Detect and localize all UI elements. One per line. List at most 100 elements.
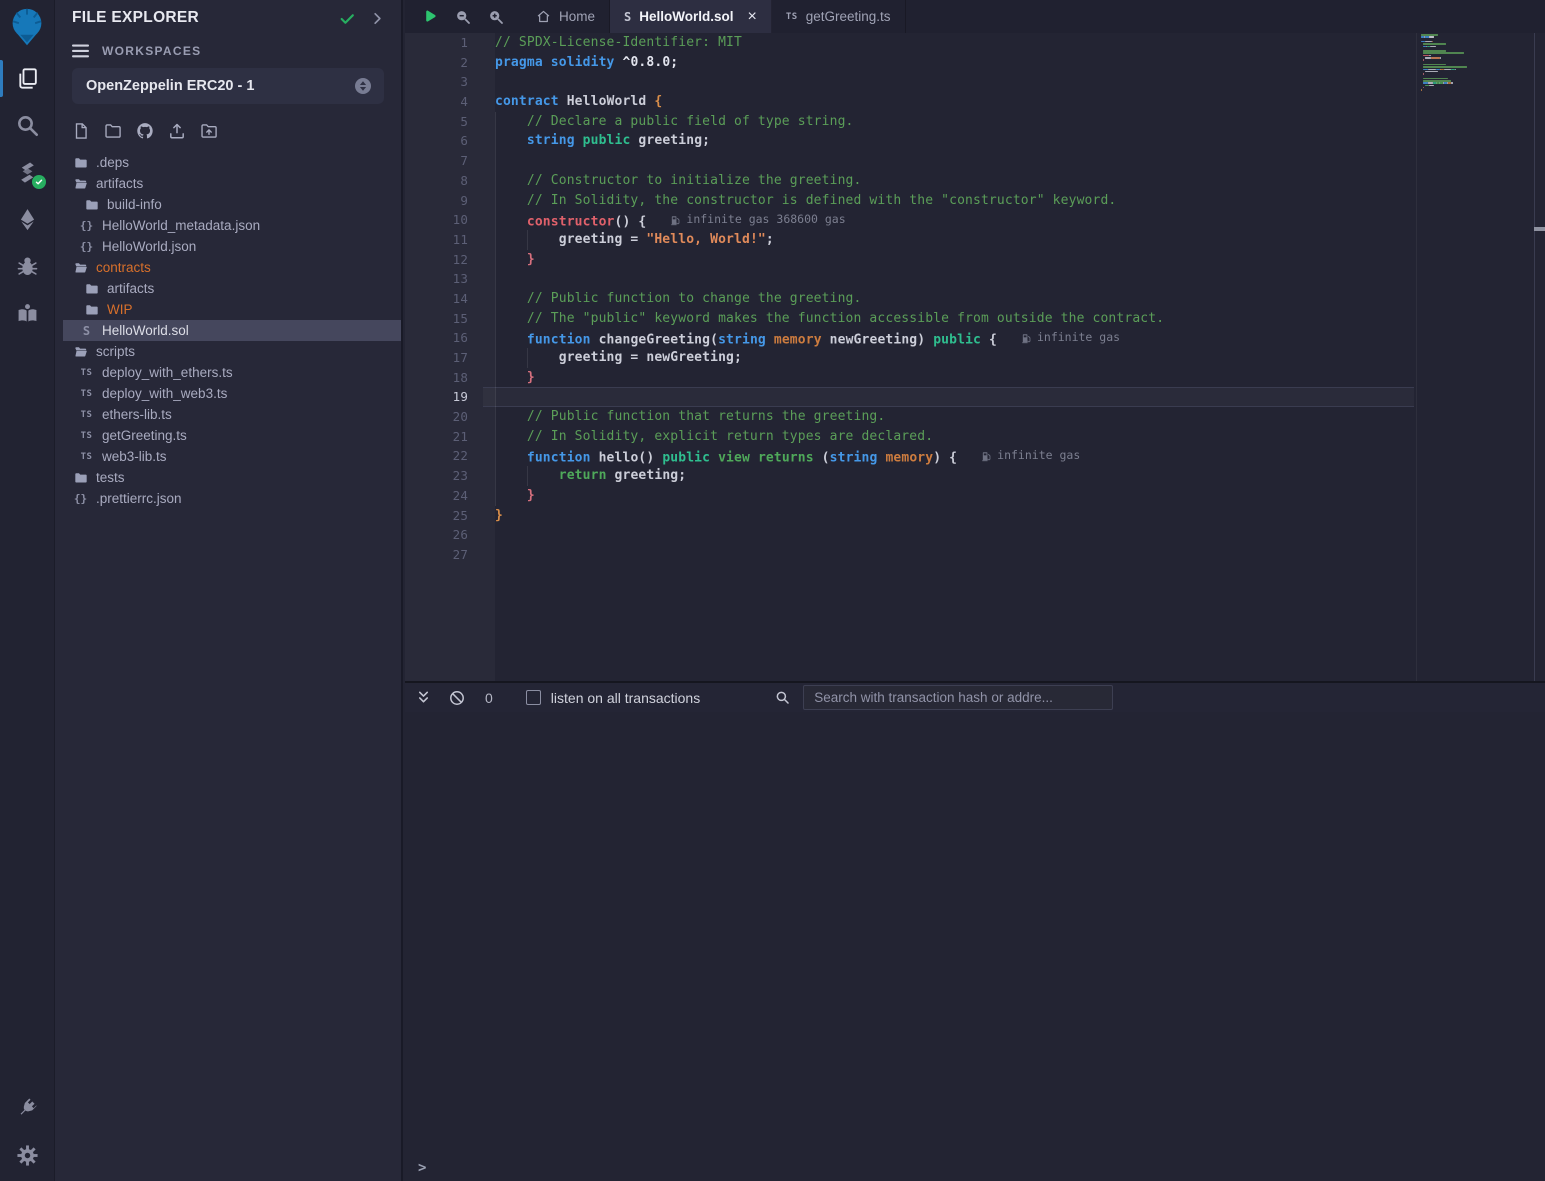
tree-item-HelloWorld.sol[interactable]: SHelloWorld.sol bbox=[55, 320, 401, 341]
code-line-19[interactable]: 19 bbox=[405, 387, 1545, 407]
line-number[interactable]: 4 bbox=[405, 92, 495, 112]
tree-item-artifacts[interactable]: artifacts bbox=[55, 278, 401, 299]
line-number[interactable]: 1 bbox=[405, 33, 495, 53]
code-line-12[interactable]: 12 } bbox=[405, 250, 1545, 270]
zoom-out-icon[interactable] bbox=[455, 9, 471, 25]
terminal-search-input[interactable] bbox=[803, 685, 1113, 710]
line-number[interactable]: 9 bbox=[405, 191, 495, 211]
code-line-8[interactable]: 8 // Constructor to initialize the greet… bbox=[405, 171, 1545, 191]
code-line-16[interactable]: 16 function changeGreeting(string memory… bbox=[405, 328, 1545, 348]
tab-getGreeting.ts[interactable]: TSgetGreeting.ts bbox=[772, 0, 906, 33]
listen-transactions-checkbox[interactable] bbox=[526, 690, 541, 705]
tree-item-HelloWorld.json[interactable]: {}HelloWorld.json bbox=[55, 236, 401, 257]
tree-item-tests[interactable]: tests bbox=[55, 467, 401, 488]
minimap[interactable] bbox=[1421, 34, 1517, 144]
tree-item-contracts[interactable]: contracts bbox=[55, 257, 401, 278]
run-icon[interactable] bbox=[422, 9, 438, 25]
tree-item-getGreeting.ts[interactable]: TSgetGreeting.ts bbox=[55, 425, 401, 446]
line-number[interactable]: 21 bbox=[405, 427, 495, 447]
code-line-14[interactable]: 14 // Public function to change the gree… bbox=[405, 289, 1545, 309]
code-editor[interactable]: 1// SPDX-License-Identifier: MIT2pragma … bbox=[405, 33, 1545, 681]
code-line-23[interactable]: 23 return greeting; bbox=[405, 466, 1545, 486]
activity-file-explorer[interactable] bbox=[0, 55, 55, 102]
line-number[interactable]: 22 bbox=[405, 446, 495, 466]
activity-search[interactable] bbox=[0, 102, 55, 149]
tree-item-build-info[interactable]: build-info bbox=[55, 194, 401, 215]
code-line-7[interactable]: 7 bbox=[405, 151, 1545, 171]
activity-plugin-manager[interactable] bbox=[0, 1085, 55, 1132]
tab-Home[interactable]: Home bbox=[522, 0, 610, 33]
line-number[interactable]: 2 bbox=[405, 53, 495, 73]
activity-deploy-run[interactable] bbox=[0, 196, 55, 243]
line-number[interactable]: 13 bbox=[405, 269, 495, 289]
upload-folder-icon[interactable] bbox=[200, 122, 218, 140]
line-number[interactable]: 24 bbox=[405, 486, 495, 506]
tree-item-HelloWorld_metadata.json[interactable]: {}HelloWorld_metadata.json bbox=[55, 215, 401, 236]
code-line-2[interactable]: 2pragma solidity ^0.8.0; bbox=[405, 53, 1545, 73]
line-number[interactable]: 8 bbox=[405, 171, 495, 191]
code-line-25[interactable]: 25} bbox=[405, 506, 1545, 526]
remix-logo-icon[interactable] bbox=[0, 0, 55, 55]
clear-console-icon[interactable] bbox=[449, 690, 465, 706]
line-number[interactable]: 27 bbox=[405, 545, 495, 565]
line-number[interactable]: 25 bbox=[405, 506, 495, 526]
new-folder-icon[interactable] bbox=[104, 122, 122, 140]
upload-file-icon[interactable] bbox=[168, 122, 186, 140]
github-icon[interactable] bbox=[136, 122, 154, 140]
tree-item-artifacts[interactable]: artifacts bbox=[55, 173, 401, 194]
line-number[interactable]: 19 bbox=[405, 387, 495, 407]
line-number[interactable]: 14 bbox=[405, 289, 495, 309]
tree-item-deploy_with_ethers.ts[interactable]: TSdeploy_with_ethers.ts bbox=[55, 362, 401, 383]
code-line-6[interactable]: 6 string public greeting; bbox=[405, 131, 1545, 151]
zoom-in-icon[interactable] bbox=[488, 9, 504, 25]
listen-transactions-label[interactable]: listen on all transactions bbox=[551, 690, 700, 706]
code-line-1[interactable]: 1// SPDX-License-Identifier: MIT bbox=[405, 33, 1545, 53]
code-line-15[interactable]: 15 // The "public" keyword makes the fun… bbox=[405, 309, 1545, 329]
line-number[interactable]: 7 bbox=[405, 151, 495, 171]
line-number[interactable]: 10 bbox=[405, 210, 495, 230]
hamburger-menu-icon[interactable] bbox=[72, 44, 89, 58]
activity-debugger[interactable] bbox=[0, 243, 55, 290]
tree-item-.prettierrc.json[interactable]: {}.prettierrc.json bbox=[55, 488, 401, 509]
close-tab-icon[interactable]: × bbox=[748, 9, 757, 25]
workspace-select[interactable]: OpenZeppelin ERC20 - 1 bbox=[72, 68, 384, 104]
tree-item-ethers-lib.ts[interactable]: TSethers-lib.ts bbox=[55, 404, 401, 425]
code-line-13[interactable]: 13 bbox=[405, 269, 1545, 289]
tree-item-deploy_with_web3.ts[interactable]: TSdeploy_with_web3.ts bbox=[55, 383, 401, 404]
line-number[interactable]: 26 bbox=[405, 525, 495, 545]
tree-item-WIP[interactable]: WIP bbox=[55, 299, 401, 320]
tree-item-web3-lib.ts[interactable]: TSweb3-lib.ts bbox=[55, 446, 401, 467]
new-file-icon[interactable] bbox=[72, 122, 90, 140]
line-number[interactable]: 3 bbox=[405, 72, 495, 92]
line-number[interactable]: 18 bbox=[405, 368, 495, 388]
line-number[interactable]: 20 bbox=[405, 407, 495, 427]
activity-settings[interactable] bbox=[0, 1132, 55, 1179]
line-number[interactable]: 11 bbox=[405, 230, 495, 250]
terminal[interactable]: > bbox=[405, 712, 1545, 1181]
tab-HelloWorld.sol[interactable]: SHelloWorld.sol× bbox=[610, 0, 772, 33]
line-number[interactable]: 17 bbox=[405, 348, 495, 368]
line-number[interactable]: 12 bbox=[405, 250, 495, 270]
chevron-right-icon[interactable] bbox=[370, 11, 385, 26]
code-line-9[interactable]: 9 // In Solidity, the constructor is def… bbox=[405, 191, 1545, 211]
code-line-27[interactable]: 27 bbox=[405, 545, 1545, 565]
code-line-10[interactable]: 10 constructor() {infinite gas 368600 ga… bbox=[405, 210, 1545, 230]
line-number[interactable]: 15 bbox=[405, 309, 495, 329]
code-line-4[interactable]: 4contract HelloWorld { bbox=[405, 92, 1545, 112]
line-number[interactable]: 16 bbox=[405, 328, 495, 348]
tree-item-scripts[interactable]: scripts bbox=[55, 341, 401, 362]
code-line-11[interactable]: 11 greeting = "Hello, World!"; bbox=[405, 230, 1545, 250]
tree-item-.deps[interactable]: .deps bbox=[55, 152, 401, 173]
code-line-26[interactable]: 26 bbox=[405, 525, 1545, 545]
terminal-collapse-icon[interactable] bbox=[416, 690, 431, 705]
code-line-20[interactable]: 20 // Public function that returns the g… bbox=[405, 407, 1545, 427]
code-line-5[interactable]: 5 // Declare a public field of type stri… bbox=[405, 112, 1545, 132]
line-number[interactable]: 5 bbox=[405, 112, 495, 132]
code-line-18[interactable]: 18 } bbox=[405, 368, 1545, 388]
code-line-21[interactable]: 21 // In Solidity, explicit return types… bbox=[405, 427, 1545, 447]
code-line-22[interactable]: 22 function hello() public view returns … bbox=[405, 446, 1545, 466]
scrollbar-handle[interactable] bbox=[1534, 227, 1545, 231]
code-line-3[interactable]: 3 bbox=[405, 72, 1545, 92]
code-line-24[interactable]: 24 } bbox=[405, 486, 1545, 506]
code-line-17[interactable]: 17 greeting = newGreeting; bbox=[405, 348, 1545, 368]
